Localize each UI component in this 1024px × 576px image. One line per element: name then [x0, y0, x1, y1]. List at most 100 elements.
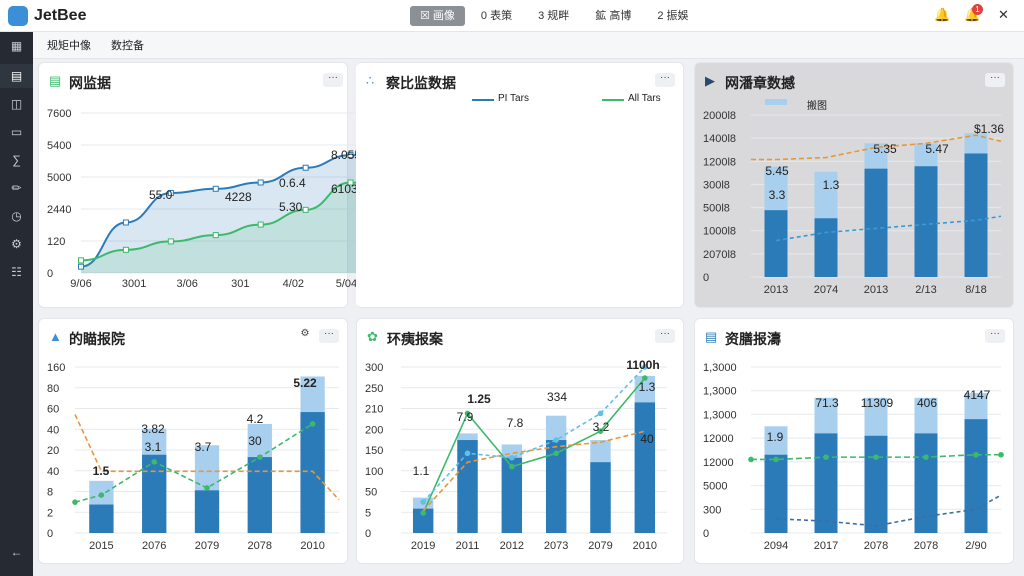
x-tick-label: 8/18 [965, 284, 986, 296]
bar-value [247, 457, 272, 533]
trend-point [420, 499, 426, 505]
y-tick-label: 160 [47, 362, 65, 374]
x-tick-label: 2012 [500, 540, 524, 552]
y-tick-label: 12000 [703, 457, 734, 469]
close-icon[interactable]: ✕ [998, 7, 1009, 23]
trend-point [553, 450, 559, 457]
data-label: 4147 [964, 388, 991, 402]
y-tick-label: 60 [47, 404, 59, 416]
data-label: 7.8 [507, 416, 524, 430]
y-tick-label: 1,3000 [703, 362, 737, 374]
x-tick-label: 2013 [864, 284, 888, 296]
y-tick-label: 80 [47, 383, 59, 395]
bar-chart: 16080604020408202015 2076 2079 2078 20101.53… [47, 362, 340, 552]
legend-label-0: PI Tars [498, 93, 529, 104]
tab-0[interactable]: ☒ 画像 [410, 6, 465, 26]
breadcrumb-item-0[interactable]: 规矩中像 [41, 37, 97, 55]
trend-point [509, 463, 515, 470]
database-icon[interactable]: ◫ [0, 92, 33, 116]
trend-point [257, 454, 263, 460]
trend-point [72, 499, 78, 505]
y-tick-label: 2440 [47, 204, 71, 216]
bar-value [194, 490, 220, 533]
data-label: 11309 [861, 396, 894, 410]
trend-point [973, 451, 979, 458]
bar-value [864, 435, 888, 533]
bar-value [864, 168, 888, 277]
y-tick-label: 500l8 [703, 203, 730, 215]
data-point [212, 232, 219, 239]
breadcrumb-item-1[interactable]: 数控备 [105, 37, 150, 55]
y-tick-label: 210 [365, 404, 383, 416]
trend-point [773, 456, 779, 463]
y-tick-label: 40 [47, 466, 59, 478]
filter-icon[interactable]: ∑ [0, 148, 33, 172]
x-tick-label: 2015 [89, 540, 113, 552]
data-label: 30 [248, 434, 262, 448]
data-label: 5.47 [925, 142, 949, 156]
app-name: JetBee [34, 7, 87, 24]
reports-icon[interactable]: ▤ [0, 64, 33, 88]
y-tick-label: 12000 [703, 433, 734, 445]
x-tick-label: 2/90 [965, 540, 986, 552]
breadcrumb: 规矩中像 数控备 [33, 32, 1024, 59]
folder-icon[interactable]: ▭ [0, 120, 33, 144]
dashboard-icon[interactable]: ▦ [0, 34, 33, 58]
data-label: 5.45 [765, 164, 789, 178]
top-tabs: ☒ 画像 0 表策 3 规畔 鉱 高博 2 振娛 [410, 6, 699, 26]
data-point [302, 164, 309, 171]
top-bar: JetBee ☒ 画像 0 表策 3 规畔 鉱 高博 2 振娛 🔔 🔔 1 ✕ [0, 0, 1024, 32]
app-logo-icon [8, 6, 28, 26]
data-label: 40 [640, 432, 654, 446]
y-tick-label: 2000l8 [703, 110, 736, 122]
y-tick-label: 0 [47, 528, 53, 540]
x-tick-label: 2078 [914, 540, 938, 552]
dots-icon: ∴ [366, 73, 375, 88]
data-point [257, 221, 264, 228]
y-tick-label: 5000 [47, 172, 71, 184]
x-tick-label: 2073 [544, 540, 568, 552]
x-tick-label: 3/06 [176, 278, 197, 290]
trend-line [422, 377, 646, 514]
data-point [212, 185, 219, 192]
x-tick-label: 5/04 [336, 278, 357, 290]
trend-point [309, 421, 316, 427]
x-tick-label: 4/02 [283, 278, 304, 290]
more-options-icon[interactable]: ··· [655, 73, 675, 87]
data-label: 1.25 [467, 392, 491, 406]
x-tick-label: 3001 [122, 278, 146, 290]
data-label: 4228 [225, 190, 252, 204]
panel-strategy-report: ▲ 的瞄报院 ⚙ ··· 160 80 60 40 20 40 8 2 0 2015 2076 207… [38, 318, 348, 564]
data-label: 1.1 [413, 464, 430, 478]
clock-icon[interactable]: ◷ [0, 204, 33, 228]
y-tick-label: 1000l8 [703, 226, 736, 238]
data-point [257, 179, 264, 186]
data-label: 0.6.4 [279, 176, 306, 190]
bar-chart: 30025021020015010050502019 2011 2012 2073 20… [365, 358, 667, 552]
bar-value [89, 504, 114, 533]
bar-value [634, 402, 656, 533]
tab-2[interactable]: 3 规畔 [528, 6, 579, 26]
y-tick-label: 5400 [47, 140, 71, 152]
y-tick-label: 1200l8 [703, 156, 736, 168]
tab-1[interactable]: 0 表策 [471, 6, 522, 26]
x-tick-label: 2074 [814, 284, 838, 296]
bell-icon[interactable]: 🔔 [934, 7, 950, 23]
y-tick-label: 300 [365, 362, 383, 374]
trend-point [597, 410, 604, 417]
x-tick-label: 2019 [411, 540, 435, 552]
data-label: 1.5 [93, 464, 110, 478]
panel-title: 察比监数据 [386, 75, 456, 91]
collapse-arrow-icon[interactable]: ← [0, 540, 33, 564]
x-tick-label: 2079 [588, 540, 612, 552]
data-label: 3.1 [145, 440, 162, 454]
bar-value [964, 419, 988, 533]
settings-icon[interactable]: ⚙ [0, 232, 33, 256]
tab-3[interactable]: 鉱 高博 [585, 6, 641, 26]
grid-icon[interactable]: ☷ [0, 260, 33, 284]
y-tick-label: 5 [365, 507, 371, 519]
data-label: 6103 [331, 182, 358, 196]
pen-icon[interactable]: ✏ [0, 176, 33, 200]
tab-4[interactable]: 2 振娛 [647, 6, 698, 26]
trend-point [748, 456, 754, 463]
